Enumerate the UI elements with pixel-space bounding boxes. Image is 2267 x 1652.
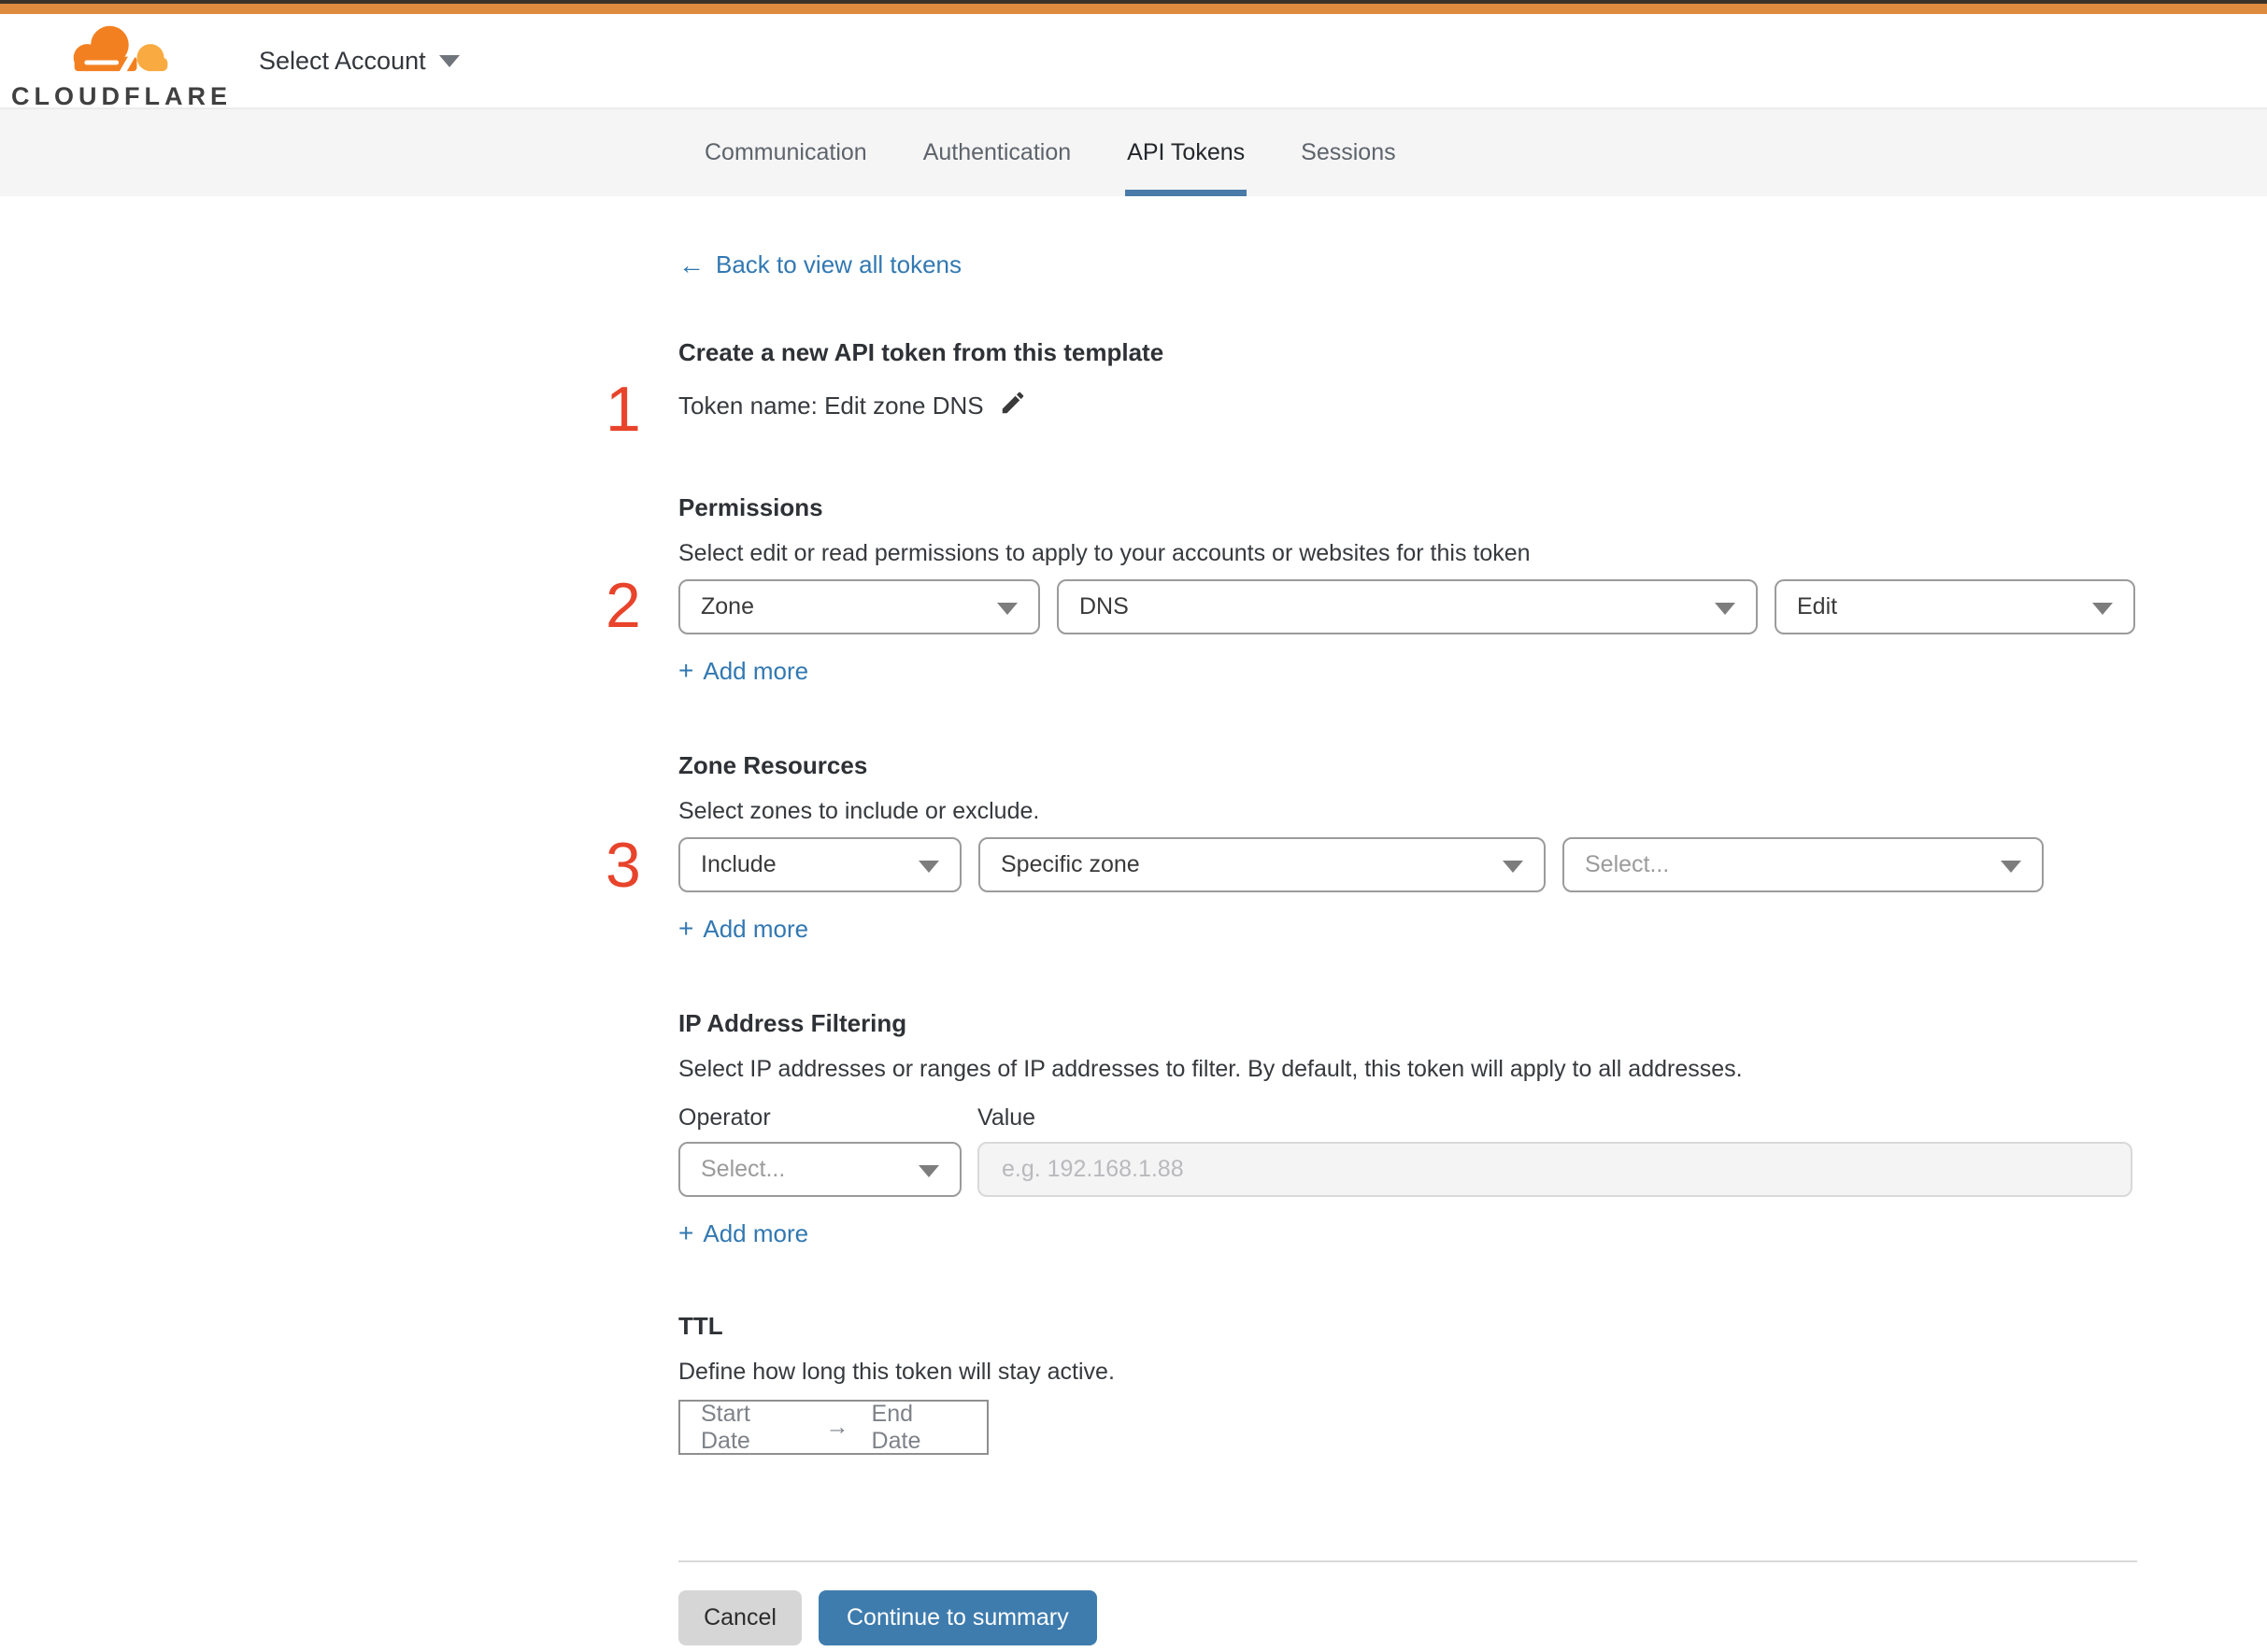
zone-mode-value: Include <box>701 851 777 877</box>
end-date-placeholder: End Date <box>871 1400 921 1454</box>
back-arrow-icon: ← <box>678 249 705 279</box>
permission-resource-select[interactable]: DNS <box>1057 579 1758 634</box>
tab-api-tokens[interactable]: API Tokens <box>1125 109 1248 196</box>
cancel-button[interactable]: Cancel <box>678 1590 802 1645</box>
zone-resources-title: Zone Resources <box>678 751 868 779</box>
permissions-description: Select edit or read permissions to apply… <box>678 540 1531 566</box>
zone-resources-row: Include Specific zone Select... <box>678 837 2044 892</box>
account-selector-label: Select Account <box>259 46 426 75</box>
ip-value-input[interactable] <box>977 1142 2132 1197</box>
permissions-title: Permissions <box>678 493 823 521</box>
permissions-row: Zone DNS Edit <box>678 579 2135 634</box>
operator-label: Operator <box>678 1104 771 1131</box>
footer-actions: Cancel Continue to summary <box>678 1590 1097 1645</box>
ip-operator-select[interactable]: Select... <box>678 1142 962 1197</box>
annotation-marker-2: 2 <box>606 570 641 641</box>
plus-icon: + <box>678 656 694 685</box>
chevron-down-icon <box>2092 602 2113 615</box>
permission-access-value: Edit <box>1797 593 1838 620</box>
ip-filtering-add-more-link[interactable]: + Add more <box>678 1218 808 1248</box>
ip-filtering-description: Select IP addresses or ranges of IP addr… <box>678 1056 1743 1082</box>
tab-sessions[interactable]: Sessions <box>1299 109 1397 196</box>
permission-scope-value: Zone <box>701 593 754 620</box>
footer-divider <box>678 1560 2137 1562</box>
zone-mode-select[interactable]: Include <box>678 837 962 892</box>
create-token-title: Create a new API token from this templat… <box>678 338 1164 366</box>
zone-resources-add-more-link[interactable]: + Add more <box>678 914 808 944</box>
tab-communication[interactable]: Communication <box>703 109 869 196</box>
top-orange-bar <box>0 4 2267 14</box>
cloudflare-logo[interactable]: CLOUDFLARE <box>11 20 227 111</box>
edit-pencil-icon[interactable] <box>999 389 1027 423</box>
chevron-down-icon <box>919 860 939 873</box>
annotation-marker-3: 3 <box>606 830 641 901</box>
tab-authentication[interactable]: Authentication <box>921 109 1073 196</box>
back-to-tokens-link[interactable]: ← Back to view all tokens <box>678 250 962 279</box>
ttl-description: Define how long this token will stay act… <box>678 1359 1115 1385</box>
cloudflare-api-token-page: CLOUDFLARE Select Account Communication … <box>0 0 2267 1652</box>
arrow-right-icon: → <box>825 1414 849 1440</box>
chevron-down-icon <box>438 54 460 67</box>
add-more-label: Add more <box>703 656 809 685</box>
ttl-title: TTL <box>678 1312 723 1340</box>
ip-filtering-title: IP Address Filtering <box>678 1009 907 1037</box>
token-name-text: Token name: Edit zone DNS <box>678 392 984 420</box>
continue-to-summary-button[interactable]: Continue to summary <box>819 1590 1097 1645</box>
chevron-down-icon <box>2001 860 2021 873</box>
zone-picker-select[interactable]: Select... <box>1562 837 2044 892</box>
permission-access-select[interactable]: Edit <box>1775 579 2135 634</box>
token-name-row: Token name: Edit zone DNS <box>678 389 1027 423</box>
plus-icon: + <box>678 1218 694 1247</box>
ip-filtering-labels: Operator Value <box>678 1104 1035 1132</box>
zone-type-select[interactable]: Specific zone <box>978 837 1546 892</box>
permission-scope-select[interactable]: Zone <box>678 579 1040 634</box>
chevron-down-icon <box>997 602 1018 615</box>
account-selector[interactable]: Select Account <box>259 14 460 107</box>
chevron-down-icon <box>1503 860 1523 873</box>
ttl-date-range-picker[interactable]: Start Date → End Date <box>678 1400 989 1455</box>
plus-icon: + <box>678 914 694 943</box>
ip-operator-placeholder: Select... <box>701 1156 786 1182</box>
chevron-down-icon <box>1715 602 1735 615</box>
ip-filtering-row: Select... <box>678 1142 2132 1197</box>
chevron-down-icon <box>919 1164 939 1177</box>
annotation-marker-1: 1 <box>606 374 641 445</box>
add-more-label: Add more <box>703 914 809 943</box>
permissions-add-more-link[interactable]: + Add more <box>678 656 808 686</box>
back-link-label: Back to view all tokens <box>716 250 962 278</box>
start-date-placeholder: Start Date <box>701 1400 750 1454</box>
zone-type-value: Specific zone <box>1001 851 1140 877</box>
value-label: Value <box>977 1104 1036 1131</box>
page-header: CLOUDFLARE Select Account <box>0 14 2267 110</box>
zone-picker-placeholder: Select... <box>1585 851 1670 877</box>
add-more-label: Add more <box>703 1218 809 1247</box>
zone-resources-description: Select zones to include or exclude. <box>678 798 1040 824</box>
permission-resource-value: DNS <box>1079 593 1129 620</box>
cloudflare-cloud-icon <box>61 20 182 80</box>
tab-bar: Communication Authentication API Tokens … <box>0 107 2267 196</box>
